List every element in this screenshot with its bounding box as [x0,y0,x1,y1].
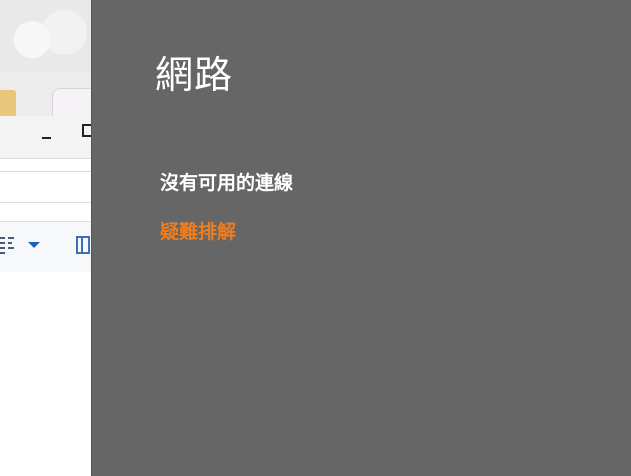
troubleshoot-link[interactable]: 疑難排解 [160,217,236,244]
no-connections-status: 沒有可用的連線 [160,172,294,194]
screen: 網路 沒有可用的連線 疑難排解 [0,0,631,476]
network-flyout: 網路 沒有可用的連線 疑難排解 [91,0,631,476]
desktop-wallpaper [0,0,92,72]
dropdown-arrow-icon[interactable] [28,242,40,248]
minimize-icon[interactable] [41,131,53,143]
background-address-bar[interactable] [0,171,92,203]
panel-layout-icon[interactable] [76,236,90,254]
list-view-icon[interactable] [0,236,14,254]
network-flyout-title: 網路 [155,53,234,97]
background-window-content [0,272,92,476]
background-tab[interactable] [52,88,94,119]
folder-icon[interactable] [0,90,16,116]
